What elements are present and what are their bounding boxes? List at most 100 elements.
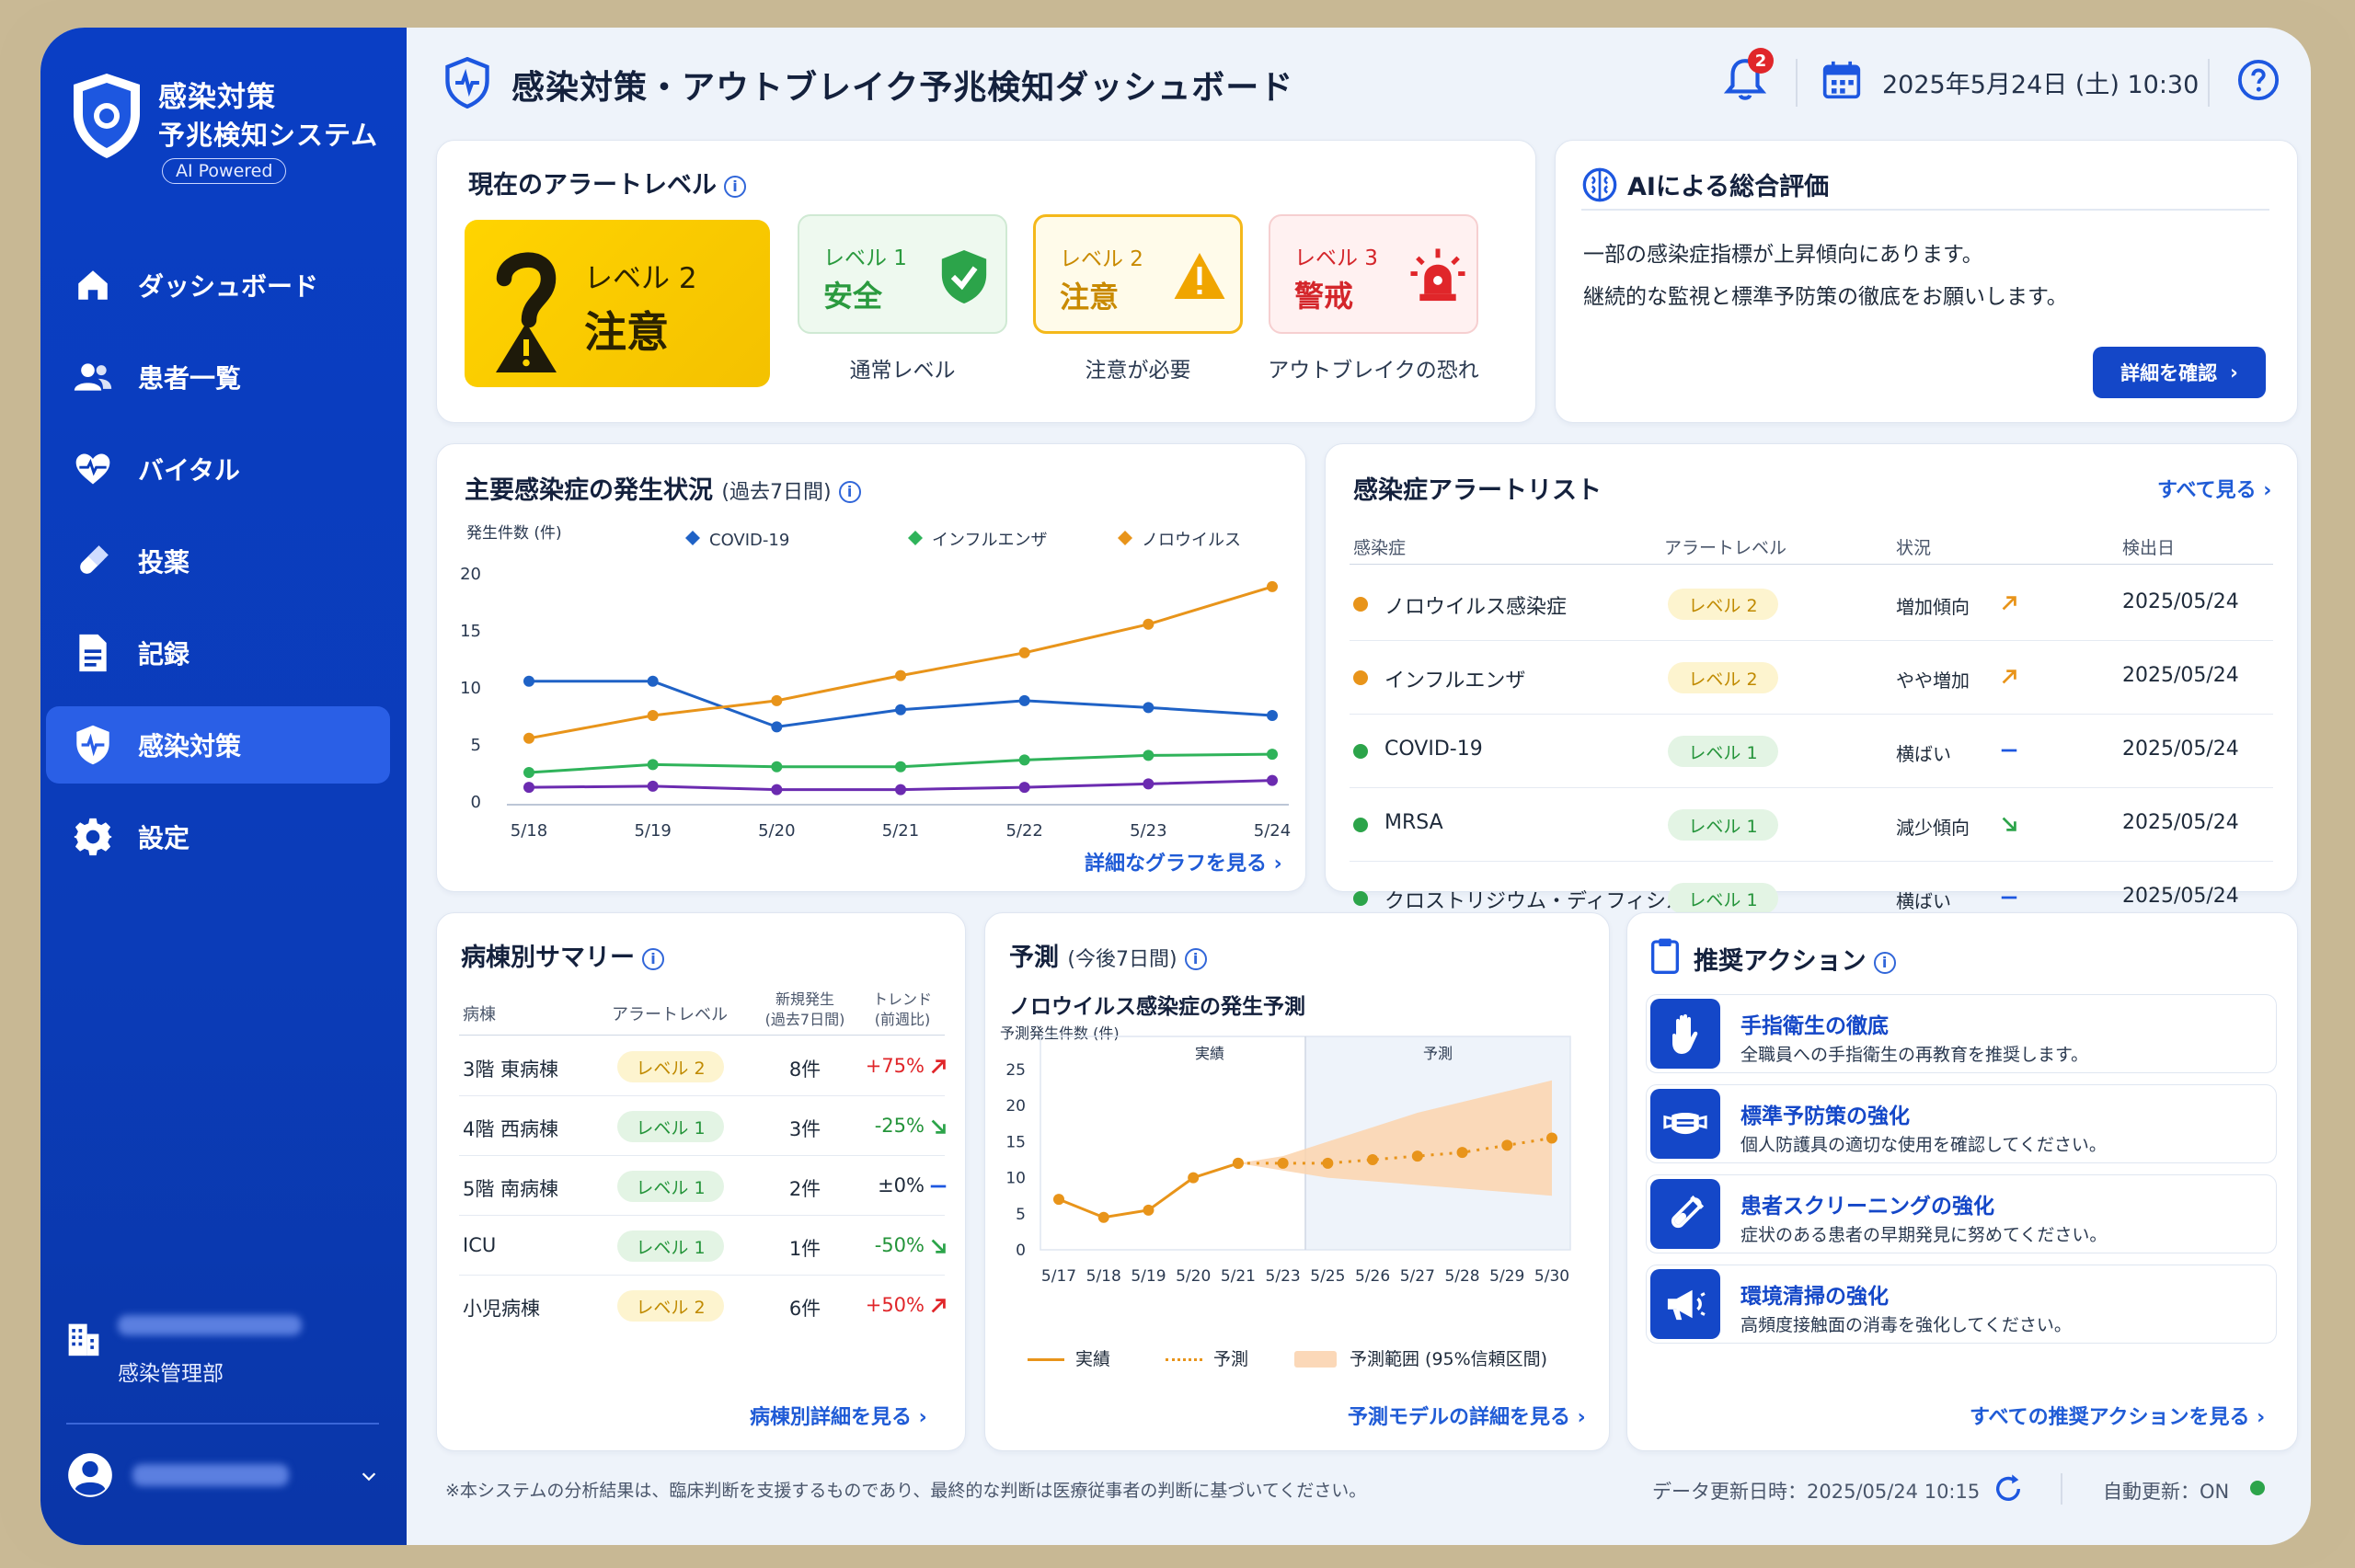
action-hand-hygiene[interactable]: 手指衛生の徹底 全職員への手指衛生の再教育を推奨します。 [1646, 994, 2277, 1073]
sidebar-item-label: 設定 [138, 823, 190, 853]
level-name: 安全 [823, 279, 883, 314]
chevron-down-icon[interactable] [359, 1466, 379, 1486]
series-line [528, 585, 1273, 740]
data-point [1456, 1147, 1468, 1159]
ward-name: 4階 西病棟 [463, 1118, 559, 1140]
level-name: 警戒 [1294, 279, 1354, 314]
info-icon[interactable]: i [1184, 947, 1207, 970]
data-point [1097, 1211, 1109, 1223]
y-tick-label: 20 [460, 565, 481, 584]
auto-refresh-status[interactable]: 自動更新：ON [2103, 1477, 2229, 1505]
legend-actual-swatch [1028, 1358, 1064, 1361]
info-icon[interactable]: i [642, 947, 664, 970]
sidebar-item-vitals[interactable]: バイタル [46, 430, 390, 508]
data-point [647, 780, 659, 792]
refresh-icon[interactable] [1993, 1473, 2024, 1505]
info-icon[interactable]: i [1873, 951, 1896, 974]
alert-level-pill: レベル 2 [1668, 662, 1778, 693]
pill-icon [72, 540, 114, 582]
card-title: AIによる総合評価 [1627, 173, 1830, 201]
info-icon[interactable]: i [724, 175, 746, 198]
level-2-box[interactable]: レベル 2 注意 [1033, 214, 1243, 334]
header: 感染対策・アウトブレイク予兆検知ダッシュボード 2 2025年5月24日 (土)… [407, 28, 2311, 138]
actual-region-label: 実績 [1195, 1045, 1224, 1062]
level-3-caption: アウトブレイクの恐れ [1268, 359, 1479, 383]
ward-details-link[interactable]: 病棟別詳細を見る › [750, 1401, 927, 1430]
info-icon[interactable]: i [838, 480, 861, 503]
sidebar-item-settings[interactable]: 設定 [46, 798, 390, 876]
action-description: 全職員への手指衛生の再教育を推奨します。 [1740, 1045, 2089, 1065]
table-row[interactable]: ICU レベル 1 1件 -50% [455, 1216, 948, 1276]
new-cases: 2件 [788, 1178, 821, 1200]
level-label: レベル 1 [823, 246, 907, 270]
all-actions-link[interactable]: すべての推奨アクションを見る › [1970, 1401, 2265, 1430]
column-header: 感染症 [1353, 538, 1407, 558]
action-environment-cleaning[interactable]: 環境清掃の強化 高頻度接触面の消毒を強化してください。 [1646, 1265, 2277, 1344]
card-title: 感染症アラートリスト [1353, 476, 1602, 505]
y-tick-label: 25 [1005, 1061, 1026, 1080]
forecast-line-chart: 予測発生件数 (件) 実績 予測 0 5 10 15 20 25 5/17 5/18 5/19 5/20… [1000, 1024, 1571, 1286]
table-row[interactable]: COVID-19 レベル 1 横ばい 2025/05/24 [1344, 715, 2279, 788]
data-point [1143, 750, 1155, 761]
y-tick-label: 15 [1005, 1133, 1026, 1151]
level-1-box[interactable]: レベル 1 安全 [798, 214, 1007, 334]
alarm-siren-icon [1410, 248, 1465, 302]
ward-name: ICU [463, 1234, 497, 1256]
data-updated-time: データ更新日時：2025/05/24 10:15 [1652, 1481, 1981, 1503]
view-all-link[interactable]: すべて見る › [2157, 474, 2271, 503]
trend-flat-icon [2001, 749, 2017, 752]
legend-forecast-label: 予測 [1213, 1349, 1249, 1369]
page-title: 感染対策・アウトブレイク予兆検知ダッシュボード [511, 69, 1294, 107]
home-icon [72, 264, 114, 306]
data-point [1143, 702, 1155, 714]
legend-label: インフルエンザ [932, 531, 1047, 550]
sidebar-item-infection-control[interactable]: 感染対策 [46, 706, 390, 784]
data-point [895, 784, 906, 795]
detected-date: 2025/05/24 [2122, 885, 2239, 908]
x-tick-label: 5/23 [1266, 1267, 1301, 1286]
table-row[interactable]: 4階 西病棟 レベル 1 3件 -25% [455, 1096, 948, 1156]
level-label: レベル 2 [1060, 247, 1143, 271]
x-tick-label: 5/24 [1254, 821, 1291, 841]
hand-icon [1650, 999, 1720, 1069]
x-tick-label: 5/20 [758, 821, 795, 841]
y-tick-label: 5 [471, 736, 481, 755]
ward-name: 5階 南病棟 [463, 1178, 559, 1200]
trend-change: +50% [865, 1294, 925, 1316]
sidebar-item-patients[interactable]: 患者一覧 [46, 338, 390, 416]
table-row[interactable]: 3階 東病棟 レベル 2 8件 +75% [455, 1036, 948, 1096]
user-menu[interactable] [66, 1448, 397, 1503]
ward-name: 3階 東病棟 [463, 1059, 559, 1081]
detailed-graph-link[interactable]: 詳細なグラフを見る › [1085, 847, 1282, 876]
table-row[interactable]: インフルエンザ レベル 2 やや増加 2025/05/24 [1344, 641, 2279, 715]
brand-subtitle: 予兆検知システム [158, 120, 379, 151]
data-point [1267, 580, 1278, 592]
detected-date: 2025/05/24 [2122, 811, 2239, 834]
help-icon[interactable] [2237, 59, 2280, 101]
sidebar-item-dashboard[interactable]: ダッシュボード [46, 246, 390, 324]
table-row[interactable]: ノロウイルス感染症 レベル 2 増加傾向 2025/05/24 [1344, 567, 2279, 641]
table-row[interactable]: MRSA レベル 1 減少傾向 2025/05/24 [1344, 788, 2279, 862]
clipboard-icon [1651, 938, 1679, 974]
table-row[interactable]: 小児病棟 レベル 2 6件 +50% [455, 1276, 948, 1335]
sidebar-item-records[interactable]: 記録 [46, 614, 390, 692]
user-name-redacted [132, 1464, 289, 1486]
data-point [523, 732, 534, 744]
details-button[interactable]: 詳細を確認 › [2093, 347, 2266, 398]
data-point [523, 767, 534, 778]
alert-level-pill: レベル 2 [1668, 589, 1778, 620]
sidebar-item-medication[interactable]: 投薬 [46, 522, 390, 600]
action-patient-screening[interactable]: 患者スクリーニングの強化 症状のある患者の早期発見に努めてください。 [1646, 1174, 2277, 1253]
level-3-box[interactable]: レベル 3 警戒 [1269, 214, 1478, 334]
action-standard-precautions[interactable]: 標準予防策の強化 個人防護具の適切な使用を確認してください。 [1646, 1084, 2277, 1163]
status-dot [1353, 744, 1368, 759]
x-tick-label: 5/18 [1086, 1267, 1121, 1286]
table-row[interactable]: 5階 南病棟 レベル 1 2件 ±0% [455, 1156, 948, 1216]
forecast-chart-title: ノロウイルス感染症の発生予測 [1009, 995, 1305, 1019]
data-point [771, 784, 783, 795]
legend-forecast-swatch [1166, 1358, 1202, 1361]
sidebar-item-label: 記録 [138, 639, 190, 670]
x-tick-label: 5/26 [1355, 1267, 1390, 1286]
status-text: 横ばい [1896, 890, 1951, 912]
forecast-model-link[interactable]: 予測モデルの詳細を見る › [1348, 1401, 1586, 1430]
